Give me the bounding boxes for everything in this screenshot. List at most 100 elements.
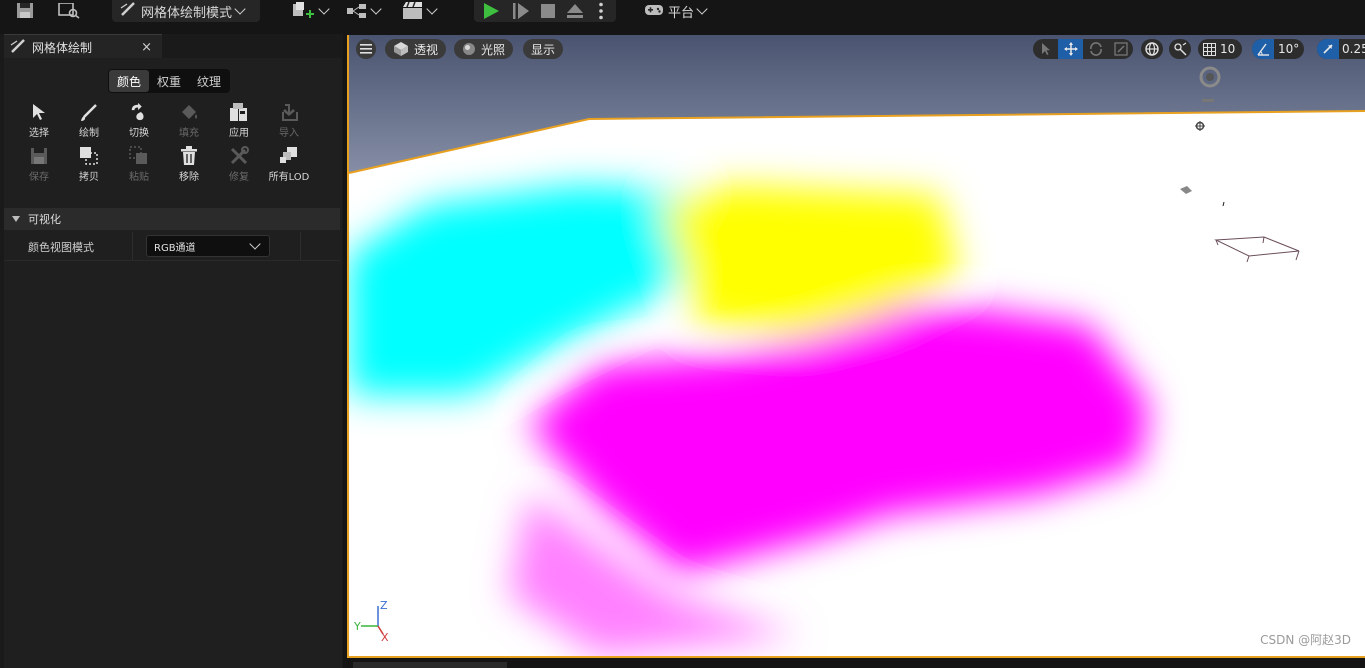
paste-icon	[129, 146, 149, 166]
transform-tools	[1033, 39, 1133, 59]
select-mode-icon[interactable]	[1033, 39, 1058, 59]
tool-label: 选择	[29, 128, 49, 139]
chevron-down-icon	[370, 3, 382, 15]
tool-apply[interactable]: 应用	[214, 102, 264, 142]
bottom-tab[interactable]	[353, 662, 507, 668]
tool-paste[interactable]: 粘贴	[114, 146, 164, 186]
section-title: 可视化	[28, 213, 61, 226]
blueprint-button[interactable]	[346, 0, 383, 22]
translate-icon[interactable]	[1058, 39, 1083, 59]
grid-icon	[1198, 39, 1220, 59]
import-icon	[279, 102, 299, 122]
show-button[interactable]: 显示	[523, 39, 564, 59]
axis-x-label: X	[381, 631, 389, 644]
tool-fix[interactable]: 修复	[214, 146, 264, 186]
mode-dropdown[interactable]: 网格体绘制模式	[112, 0, 260, 22]
step-icon[interactable]	[512, 0, 530, 22]
tool-label: 所有LOD	[268, 172, 310, 183]
tool-fill[interactable]: 填充	[164, 102, 214, 142]
chevron-down-icon	[234, 3, 246, 15]
chevron-down-icon	[318, 3, 330, 15]
chevron-down-icon	[249, 238, 261, 250]
apply-icon	[229, 102, 249, 122]
tool-label: 应用	[229, 128, 249, 139]
divider	[300, 232, 301, 260]
play-icon[interactable]	[482, 0, 500, 22]
more-options-icon[interactable]	[598, 0, 604, 22]
eject-icon[interactable]	[566, 0, 584, 22]
watermark: CSDN @阿赵3D	[1260, 633, 1351, 647]
rotation-snap-control[interactable]: 10°	[1252, 39, 1304, 59]
surface-snap-toggle[interactable]	[1169, 39, 1191, 59]
tool-save[interactable]: 保存	[14, 146, 64, 186]
viewport-scene	[349, 35, 1365, 656]
mesh-paint-panel: 网格体绘制 × 颜色 权重 纹理 选择 绘制 切换 填充 应用 导入 保存 拷贝…	[0, 34, 343, 668]
tool-label: 修复	[229, 172, 249, 183]
tool-label: 移除	[179, 172, 199, 183]
level-viewport[interactable]: 透视 光照 显示 10 10° 0.2 Z Y X CSDN @阿赵3D	[347, 35, 1365, 658]
tool-paint[interactable]: 绘制	[64, 102, 114, 142]
divider	[132, 232, 133, 260]
viewport-menu-button[interactable]	[356, 39, 376, 59]
property-row-color-view-mode: 颜色视图模式 RGB通道	[4, 232, 340, 261]
tool-label: 绘制	[79, 128, 99, 139]
grid-snap-control[interactable]: 10	[1198, 39, 1242, 59]
world-local-toggle[interactable]	[1141, 39, 1163, 59]
content-browser-icon[interactable]	[58, 0, 82, 22]
panel-tab[interactable]: 网格体绘制 ×	[4, 34, 162, 59]
color-view-mode-select[interactable]: RGB通道	[146, 235, 270, 257]
platform-dropdown[interactable]: 平台	[644, 0, 709, 22]
surface-snap-icon	[1174, 42, 1187, 56]
axis-z-label: Z	[380, 599, 388, 612]
tool-copy[interactable]: 拷贝	[64, 146, 114, 186]
tool-label: 拷贝	[79, 172, 99, 183]
perspective-button[interactable]: 透视	[385, 39, 447, 59]
copy-icon	[79, 146, 99, 166]
tool-label: 保存	[29, 172, 49, 183]
tool-all-lod[interactable]: 所有LOD	[264, 146, 314, 186]
lighting-button[interactable]: 光照	[454, 39, 514, 59]
cube-icon	[394, 42, 408, 56]
scale-snap-control[interactable]: 0.25	[1317, 39, 1365, 59]
cinematics-button[interactable]	[402, 0, 439, 22]
bottom-tab-strip	[347, 658, 1365, 668]
axis-y-label: Y	[354, 620, 361, 633]
save-icon[interactable]	[16, 0, 38, 22]
segment-weight[interactable]: 权重	[149, 70, 189, 92]
tool-label: 导入	[279, 128, 299, 139]
paint-mode-segmented-control: 颜色 权重 纹理	[108, 69, 231, 93]
section-visualization[interactable]: 可视化	[4, 208, 340, 230]
segment-color[interactable]: 颜色	[109, 70, 150, 92]
show-label: 显示	[531, 42, 556, 57]
rotate-icon[interactable]	[1083, 39, 1108, 59]
platform-label: 平台	[668, 5, 695, 21]
save-icon	[29, 146, 49, 166]
globe-icon	[1145, 42, 1159, 56]
cursor-icon	[29, 102, 49, 122]
tool-import[interactable]: 导入	[264, 102, 314, 142]
stop-icon[interactable]	[540, 0, 556, 22]
tool-label: 填充	[179, 128, 199, 139]
mode-label: 网格体绘制模式	[141, 5, 233, 21]
scale-icon[interactable]	[1108, 39, 1133, 59]
chevron-down-icon	[696, 3, 708, 15]
property-label: 颜色视图模式	[28, 241, 94, 254]
tool-label: 粘贴	[129, 172, 149, 183]
segment-texture[interactable]: 纹理	[189, 70, 229, 92]
collapse-triangle-icon	[12, 216, 20, 222]
brush-mode-icon	[10, 38, 26, 56]
close-icon[interactable]: ×	[141, 40, 152, 55]
tool-select[interactable]: 选择	[14, 102, 64, 142]
add-actor-button[interactable]	[292, 0, 331, 22]
play-controls	[474, 0, 616, 22]
lighting-label: 光照	[481, 42, 506, 57]
trash-icon	[179, 146, 199, 166]
tool-swap[interactable]: 切换	[114, 102, 164, 142]
tool-remove[interactable]: 移除	[164, 146, 214, 186]
tool-grid: 选择 绘制 切换 填充 应用 导入 保存 拷贝 粘贴 移除 修复 所有LOD	[8, 102, 340, 202]
brush-mode-icon	[120, 2, 136, 20]
hamburger-icon	[360, 44, 372, 54]
tool-label: 切换	[129, 128, 149, 139]
chevron-down-icon	[426, 3, 438, 15]
panel-tab-title: 网格体绘制	[32, 40, 93, 55]
